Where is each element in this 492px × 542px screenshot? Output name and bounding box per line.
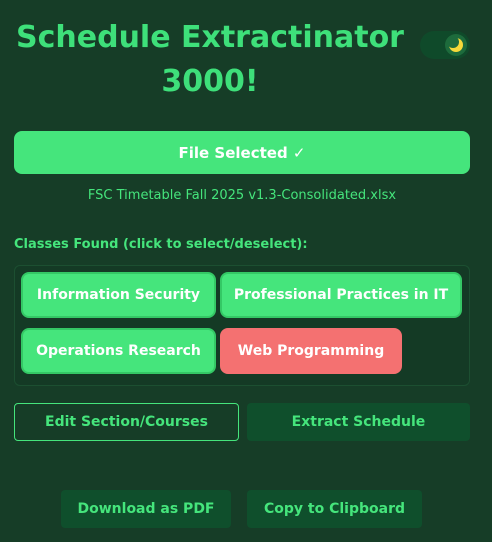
theme-toggle[interactable] — [420, 31, 470, 59]
title-line-1: Schedule Extractinator — [16, 20, 404, 55]
class-chip-information-security[interactable]: Information Security — [21, 272, 216, 318]
download-pdf-button[interactable]: Download as PDF — [61, 490, 231, 528]
extract-schedule-button[interactable]: Extract Schedule — [247, 403, 470, 441]
class-chip-web-programming[interactable]: Web Programming — [220, 328, 402, 374]
selected-file-name: FSC Timetable Fall 2025 v1.3-Consolidate… — [87, 188, 397, 203]
copy-clipboard-button[interactable]: Copy to Clipboard — [247, 490, 422, 528]
edit-section-courses-button[interactable]: Edit Section/Courses — [14, 403, 239, 441]
classes-container: Information Security Professional Practi… — [14, 265, 470, 386]
page-title: Schedule Extractinator 3000! — [0, 16, 420, 104]
classes-found-label: Classes Found (click to select/deselect)… — [14, 237, 308, 252]
title-line-2: 3000! — [161, 64, 259, 99]
moon-icon — [445, 34, 467, 56]
app-page: Schedule Extractinator 3000! File Select… — [0, 0, 492, 542]
class-chip-professional-practices[interactable]: Professional Practices in IT — [220, 272, 462, 318]
file-select-button[interactable]: File Selected ✓ — [14, 131, 470, 174]
class-chip-operations-research[interactable]: Operations Research — [21, 328, 216, 374]
